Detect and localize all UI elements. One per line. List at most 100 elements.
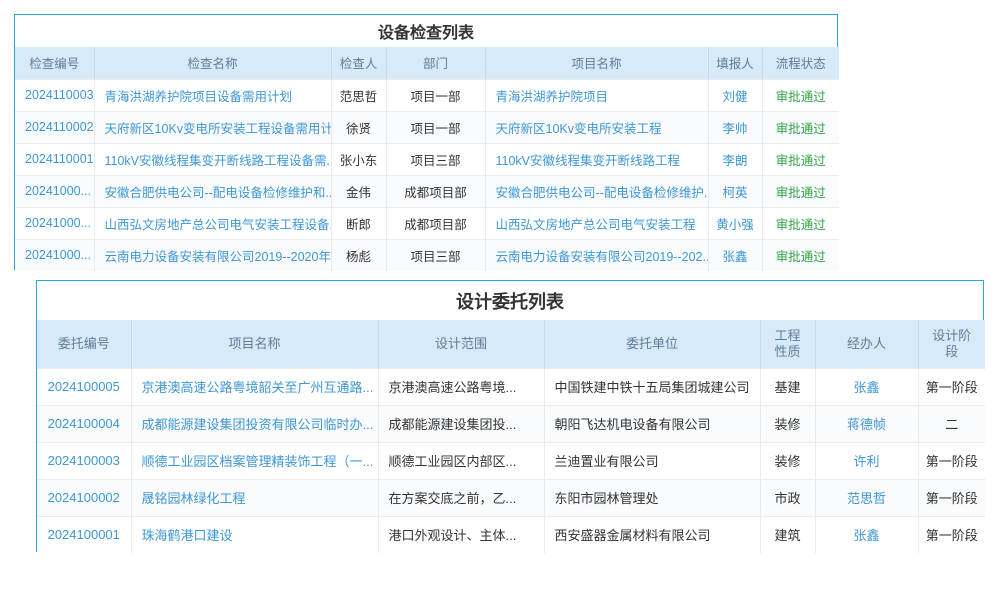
status-badge: 审批通过 bbox=[762, 175, 839, 207]
project-name-link[interactable]: 顺德工业园区档案管理精装饰工程（一... bbox=[131, 442, 378, 479]
reporter-link[interactable]: 柯英 bbox=[708, 175, 762, 207]
equipment-table-row: 2024110002 天府新区10Kv变电所安装工程设备需用计划 徐贤 项目一部… bbox=[15, 111, 839, 143]
status-badge: 审批通过 bbox=[762, 143, 839, 175]
client-unit-text: 东阳市园林管理处 bbox=[544, 479, 760, 516]
department-name: 成都项目部 bbox=[386, 175, 485, 207]
inspection-id-link[interactable]: 2024110002 bbox=[15, 111, 94, 143]
inspection-id-link[interactable]: 20241000... bbox=[15, 207, 94, 239]
inspector-name: 张小东 bbox=[331, 143, 386, 175]
design-commission-panel: 设计委托列表 委托编号 项目名称 设计范围 委托单位 工程性质 经办人 设计阶段… bbox=[36, 280, 984, 552]
equipment-table-row: 2024110003 青海洪湖养护院项目设备需用计划 范思哲 项目一部 青海洪湖… bbox=[15, 79, 839, 111]
inspection-name-link[interactable]: 山西弘文房地产总公司电气安装工程设备... bbox=[94, 207, 331, 239]
commission-id-link[interactable]: 2024100005 bbox=[37, 368, 131, 405]
inspector-name: 徐贤 bbox=[331, 111, 386, 143]
department-name: 项目一部 bbox=[386, 79, 485, 111]
col-header-project-name: 项目名称 bbox=[485, 47, 708, 79]
reporter-link[interactable]: 李帅 bbox=[708, 111, 762, 143]
col-header-design-stage: 设计阶段 bbox=[918, 320, 985, 368]
design-scope-text: 港口外观设计、主体... bbox=[378, 516, 544, 553]
project-name-link[interactable]: 晟铭园林绿化工程 bbox=[131, 479, 378, 516]
col-header-reporter: 填报人 bbox=[708, 47, 762, 79]
project-name-link[interactable]: 天府新区10Kv变电所安装工程 bbox=[485, 111, 708, 143]
client-unit-text: 朝阳飞达机电设备有限公司 bbox=[544, 405, 760, 442]
design-stage-text: 第一阶段 bbox=[918, 479, 985, 516]
commission-id-link[interactable]: 2024100003 bbox=[37, 442, 131, 479]
commission-id-link[interactable]: 2024100002 bbox=[37, 479, 131, 516]
design-table-row: 2024100003 顺德工业园区档案管理精装饰工程（一... 顺德工业园区内部… bbox=[37, 442, 985, 479]
design-scope-text: 在方案交底之前，乙... bbox=[378, 479, 544, 516]
equipment-table-row: 2024110001 110kV安徽线程集变开断线路工程设备需... 张小东 项… bbox=[15, 143, 839, 175]
col-header-project-name: 项目名称 bbox=[131, 320, 378, 368]
status-badge: 审批通过 bbox=[762, 79, 839, 111]
department-name: 项目三部 bbox=[386, 239, 485, 271]
client-unit-text: 兰迪置业有限公司 bbox=[544, 442, 760, 479]
design-scope-text: 京港澳高速公路粤境... bbox=[378, 368, 544, 405]
reporter-link[interactable]: 黄小强 bbox=[708, 207, 762, 239]
inspector-name: 金伟 bbox=[331, 175, 386, 207]
client-unit-text: 中国铁建中铁十五局集团城建公司 bbox=[544, 368, 760, 405]
project-name-link[interactable]: 云南电力设备安装有限公司2019--202... bbox=[485, 239, 708, 271]
design-stage-text: 第一阶段 bbox=[918, 516, 985, 553]
inspection-id-link[interactable]: 20241000... bbox=[15, 175, 94, 207]
inspection-name-link[interactable]: 云南电力设备安装有限公司2019--2020年... bbox=[94, 239, 331, 271]
inspection-name-link[interactable]: 110kV安徽线程集变开断线路工程设备需... bbox=[94, 143, 331, 175]
handler-link[interactable]: 蒋德帧 bbox=[815, 405, 918, 442]
handler-link[interactable]: 张鑫 bbox=[815, 368, 918, 405]
design-header-row: 委托编号 项目名称 设计范围 委托单位 工程性质 经办人 设计阶段 bbox=[37, 320, 985, 368]
design-table: 委托编号 项目名称 设计范围 委托单位 工程性质 经办人 设计阶段 202410… bbox=[37, 320, 985, 553]
handler-link[interactable]: 范思哲 bbox=[815, 479, 918, 516]
inspection-id-link[interactable]: 2024110003 bbox=[15, 79, 94, 111]
project-name-link[interactable]: 山西弘文房地产总公司电气安装工程 bbox=[485, 207, 708, 239]
project-name-link[interactable]: 京港澳高速公路粤境韶关至广州互通路... bbox=[131, 368, 378, 405]
col-header-inspection-name: 检查名称 bbox=[94, 47, 331, 79]
equipment-table-row: 20241000... 安徽合肥供电公司--配电设备检修维护和... 金伟 成都… bbox=[15, 175, 839, 207]
department-name: 项目一部 bbox=[386, 111, 485, 143]
commission-id-link[interactable]: 2024100001 bbox=[37, 516, 131, 553]
col-header-design-scope: 设计范围 bbox=[378, 320, 544, 368]
inspector-name: 杨彪 bbox=[331, 239, 386, 271]
equipment-table-row: 20241000... 云南电力设备安装有限公司2019--2020年... 杨… bbox=[15, 239, 839, 271]
inspection-id-link[interactable]: 20241000... bbox=[15, 239, 94, 271]
equipment-header-row: 检查编号 检查名称 检查人 部门 项目名称 填报人 流程状态 bbox=[15, 47, 839, 79]
reporter-link[interactable]: 张鑫 bbox=[708, 239, 762, 271]
equipment-table-title: 设备检查列表 bbox=[15, 15, 837, 47]
department-name: 成都项目部 bbox=[386, 207, 485, 239]
project-type-text: 装修 bbox=[760, 442, 815, 479]
client-unit-text: 西安盛器金属材料有限公司 bbox=[544, 516, 760, 553]
status-badge: 审批通过 bbox=[762, 111, 839, 143]
inspection-name-link[interactable]: 天府新区10Kv变电所安装工程设备需用计划 bbox=[94, 111, 331, 143]
inspection-id-link[interactable]: 2024110001 bbox=[15, 143, 94, 175]
reporter-link[interactable]: 刘健 bbox=[708, 79, 762, 111]
project-name-link[interactable]: 青海洪湖养护院项目 bbox=[485, 79, 708, 111]
project-type-text: 市政 bbox=[760, 479, 815, 516]
col-header-inspector: 检查人 bbox=[331, 47, 386, 79]
handler-link[interactable]: 张鑫 bbox=[815, 516, 918, 553]
design-stage-text: 二 bbox=[918, 405, 985, 442]
design-scope-text: 成都能源建设集团投... bbox=[378, 405, 544, 442]
design-table-title: 设计委托列表 bbox=[37, 281, 983, 320]
col-header-client-unit: 委托单位 bbox=[544, 320, 760, 368]
inspector-name: 断郎 bbox=[331, 207, 386, 239]
design-scope-text: 顺德工业园区内部区... bbox=[378, 442, 544, 479]
col-header-department: 部门 bbox=[386, 47, 485, 79]
equipment-inspection-panel: 设备检查列表 检查编号 检查名称 检查人 部门 项目名称 填报人 流程状态 20… bbox=[14, 14, 838, 270]
design-table-row: 2024100001 珠海鹤港口建设 港口外观设计、主体... 西安盛器金属材料… bbox=[37, 516, 985, 553]
inspection-name-link[interactable]: 青海洪湖养护院项目设备需用计划 bbox=[94, 79, 331, 111]
project-type-text: 基建 bbox=[760, 368, 815, 405]
project-type-text: 建筑 bbox=[760, 516, 815, 553]
reporter-link[interactable]: 李朗 bbox=[708, 143, 762, 175]
project-name-link[interactable]: 成都能源建设集团投资有限公司临时办... bbox=[131, 405, 378, 442]
inspection-name-link[interactable]: 安徽合肥供电公司--配电设备检修维护和... bbox=[94, 175, 331, 207]
handler-link[interactable]: 许利 bbox=[815, 442, 918, 479]
project-name-link[interactable]: 安徽合肥供电公司--配电设备检修维护... bbox=[485, 175, 708, 207]
commission-id-link[interactable]: 2024100004 bbox=[37, 405, 131, 442]
design-stage-text: 第一阶段 bbox=[918, 442, 985, 479]
equipment-table-row: 20241000... 山西弘文房地产总公司电气安装工程设备... 断郎 成都项… bbox=[15, 207, 839, 239]
status-badge: 审批通过 bbox=[762, 239, 839, 271]
design-table-row: 2024100002 晟铭园林绿化工程 在方案交底之前，乙... 东阳市园林管理… bbox=[37, 479, 985, 516]
status-badge: 审批通过 bbox=[762, 207, 839, 239]
project-name-link[interactable]: 110kV安徽线程集变开断线路工程 bbox=[485, 143, 708, 175]
project-name-link[interactable]: 珠海鹤港口建设 bbox=[131, 516, 378, 553]
col-header-flow-status: 流程状态 bbox=[762, 47, 839, 79]
col-header-handler: 经办人 bbox=[815, 320, 918, 368]
